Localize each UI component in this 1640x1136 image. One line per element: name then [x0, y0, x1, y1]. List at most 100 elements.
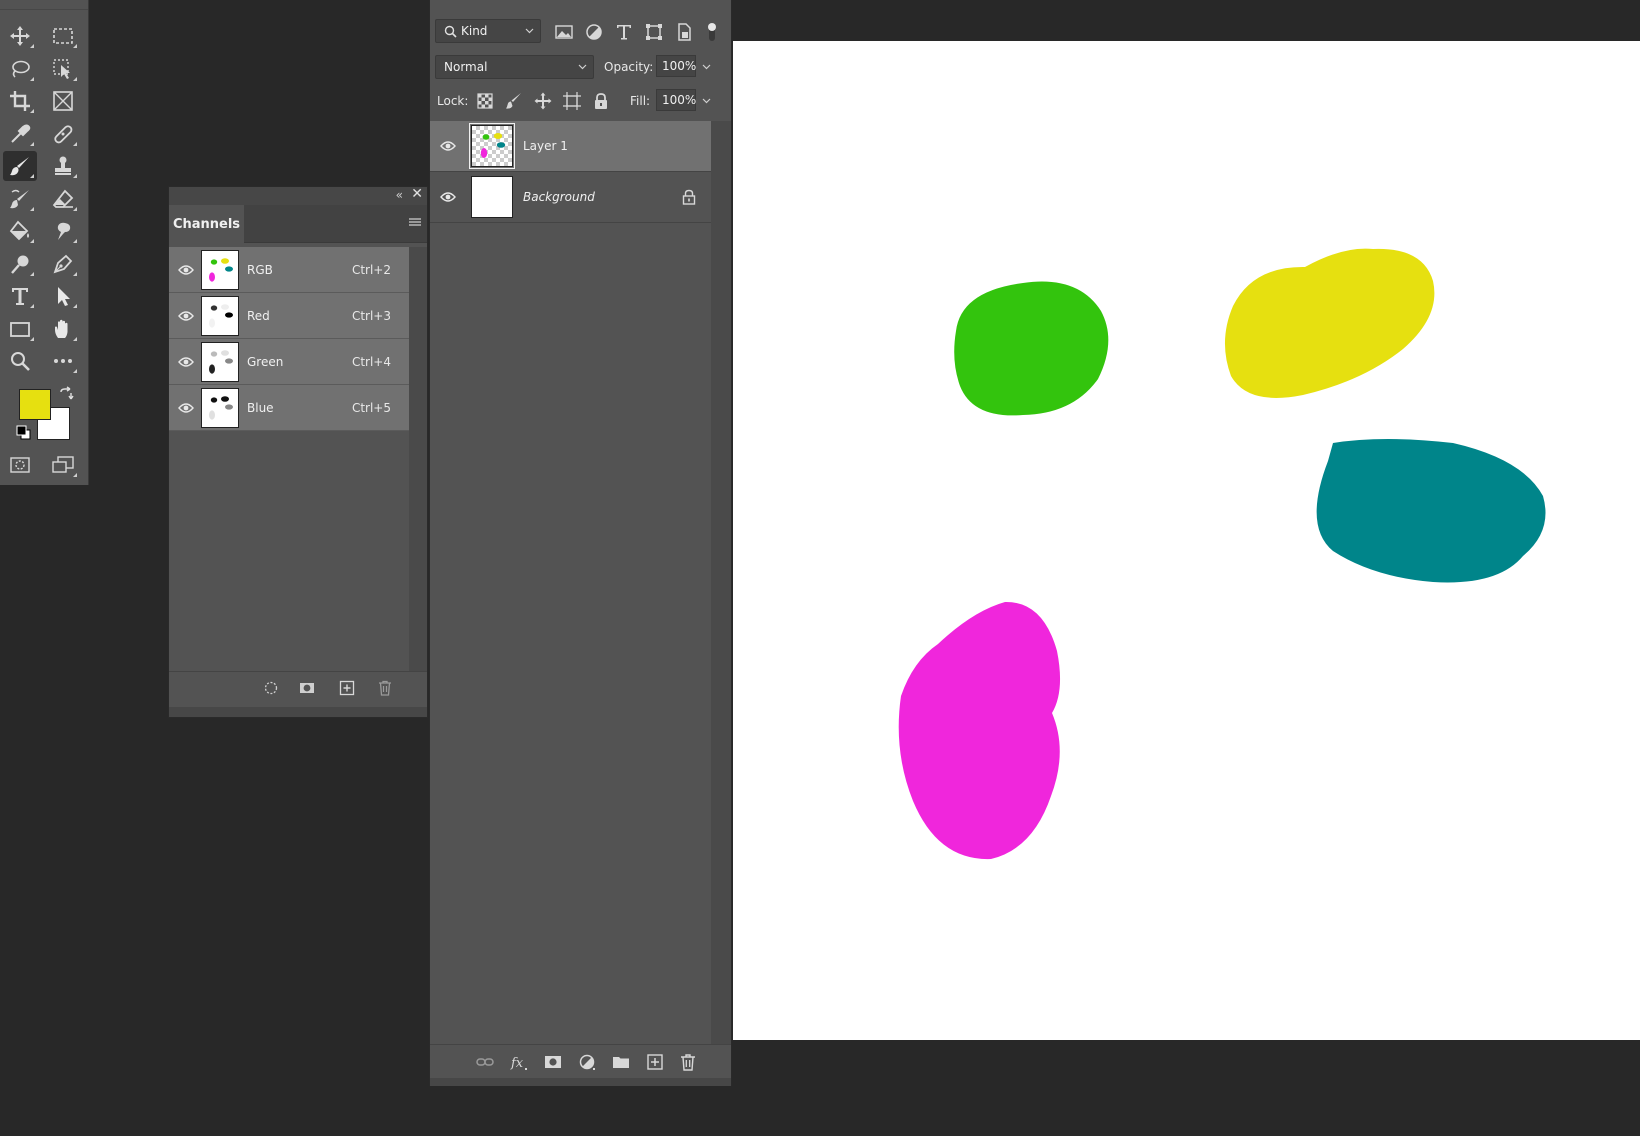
zoom-tool[interactable] [3, 346, 37, 376]
adjustment-filter-icon[interactable] [584, 22, 604, 42]
layers-footer: fx [430, 1044, 731, 1078]
move-tool[interactable] [3, 21, 37, 51]
blend-mode-dropdown[interactable]: Normal [435, 55, 594, 79]
channel-shortcut: Ctrl+3 [351, 308, 391, 323]
default-colors-icon[interactable] [16, 425, 32, 441]
tools-panel-grip[interactable] [0, 0, 88, 10]
paint-bucket-tool[interactable] [3, 216, 37, 246]
crop-tool[interactable] [3, 86, 37, 116]
channel-name: Red [247, 308, 270, 323]
tab-channels[interactable]: Channels [169, 205, 244, 243]
new-group-icon[interactable] [612, 1053, 630, 1071]
channels-panel-titlebar[interactable]: « ✕ [169, 186, 427, 205]
layer-row-background[interactable]: Background [430, 172, 712, 223]
lasso-tool[interactable] [3, 54, 37, 84]
channel-row-blue[interactable]: Blue Ctrl+5 [169, 385, 409, 431]
layer-name[interactable]: Layer 1 [523, 139, 568, 153]
dodge-tool[interactable] [3, 249, 37, 279]
pixel-filter-icon[interactable] [554, 22, 574, 42]
eye-icon[interactable] [178, 356, 194, 368]
channel-row-red[interactable]: Red Ctrl+3 [169, 293, 409, 339]
lock-pixels-brush-icon[interactable] [505, 92, 523, 110]
adjustment-layer-icon[interactable] [578, 1053, 596, 1071]
yellow-blob [1224, 248, 1435, 398]
channels-scrollbar[interactable] [409, 247, 427, 673]
pen-icon [53, 254, 73, 274]
pen-tool[interactable] [46, 249, 80, 279]
channel-row-rgb[interactable]: RGB Ctrl+2 [169, 247, 409, 293]
marquee-tool[interactable] [46, 21, 80, 51]
document-canvas[interactable] [733, 41, 1640, 1040]
chevron-down-icon [578, 64, 587, 70]
swap-colors-icon[interactable] [58, 386, 74, 402]
eraser-tool[interactable] [46, 184, 80, 214]
quick-mask-icon [10, 457, 30, 473]
more-tools[interactable] [46, 346, 80, 376]
foreground-color-swatch[interactable] [19, 389, 51, 420]
hand-tool[interactable] [46, 314, 80, 344]
new-layer-icon[interactable] [646, 1053, 664, 1071]
lock-all-icon[interactable] [592, 92, 610, 110]
channels-resize-grip[interactable] [169, 707, 427, 717]
healing-tool[interactable] [46, 119, 80, 149]
lock-position-icon[interactable] [534, 92, 552, 110]
path-select-tool[interactable] [46, 281, 80, 311]
filter-toggle-icon[interactable] [702, 22, 722, 42]
filter-kind-label: Kind [461, 24, 488, 38]
history-brush-tool[interactable] [3, 184, 37, 214]
filter-kind-dropdown[interactable]: Kind [435, 19, 541, 43]
layer-list: Layer 1 Background [430, 121, 712, 223]
eye-icon[interactable] [178, 310, 194, 322]
type-tool[interactable] [3, 281, 37, 311]
shape-filter-icon[interactable] [644, 22, 664, 42]
opacity-chevron-icon[interactable] [702, 62, 711, 71]
delete-layer-icon[interactable] [679, 1053, 697, 1071]
object-select-tool[interactable] [46, 54, 80, 84]
link-layers-icon[interactable] [476, 1053, 494, 1071]
panel-menu-icon[interactable] [409, 218, 421, 228]
bandage-icon [54, 125, 73, 144]
eye-icon[interactable] [178, 402, 194, 414]
add-mask-icon[interactable] [544, 1053, 562, 1071]
close-panel-icon[interactable]: ✕ [411, 186, 423, 202]
zoom-icon [11, 352, 30, 371]
layer-row-layer-1[interactable]: Layer 1 [430, 121, 712, 172]
layers-resize-grip[interactable] [430, 1078, 731, 1086]
channels-panel: « ✕ Channels RGB Ctrl+2 Red Ctrl+3 Green… [168, 186, 428, 718]
save-selection-icon[interactable] [299, 680, 315, 696]
frame-icon [53, 91, 73, 111]
rectangle-tool[interactable] [3, 314, 37, 344]
new-channel-icon[interactable] [339, 680, 355, 696]
eyedropper-tool[interactable] [3, 119, 37, 149]
collapse-panel-icon[interactable]: « [396, 188, 403, 202]
channels-tabbar: Channels [169, 205, 427, 243]
channel-shortcut: Ctrl+5 [351, 400, 391, 415]
frame-tool[interactable] [46, 86, 80, 116]
eye-icon[interactable] [440, 191, 456, 203]
lock-transparent-icon[interactable] [476, 92, 494, 110]
lock-artboard-icon[interactable] [563, 92, 581, 110]
fill-chevron-icon[interactable] [702, 96, 711, 105]
screen-mode-button[interactable] [46, 450, 80, 480]
delete-channel-icon[interactable] [377, 680, 393, 696]
eye-icon[interactable] [440, 140, 456, 152]
fill-input[interactable]: 100% [656, 89, 696, 111]
rectangle-icon [10, 322, 30, 337]
opacity-input[interactable]: 100% [656, 55, 696, 77]
eye-icon[interactable] [178, 264, 194, 276]
magenta-blob [898, 601, 1061, 860]
fx-icon[interactable]: fx [510, 1053, 528, 1071]
channel-name: Blue [247, 400, 274, 415]
type-filter-icon[interactable] [614, 22, 634, 42]
layers-scrollbar[interactable] [711, 121, 731, 1044]
load-selection-icon[interactable] [263, 680, 279, 696]
brush-tool[interactable] [3, 151, 37, 181]
layer-name[interactable]: Background [523, 190, 595, 204]
stamp-tool[interactable] [46, 151, 80, 181]
channel-row-green[interactable]: Green Ctrl+4 [169, 339, 409, 385]
channel-thumbnail [201, 341, 239, 382]
smudge-tool[interactable] [46, 216, 80, 246]
tools-panel [0, 0, 89, 485]
quick-mask-button[interactable] [3, 450, 37, 480]
smart-object-filter-icon[interactable] [674, 22, 694, 42]
